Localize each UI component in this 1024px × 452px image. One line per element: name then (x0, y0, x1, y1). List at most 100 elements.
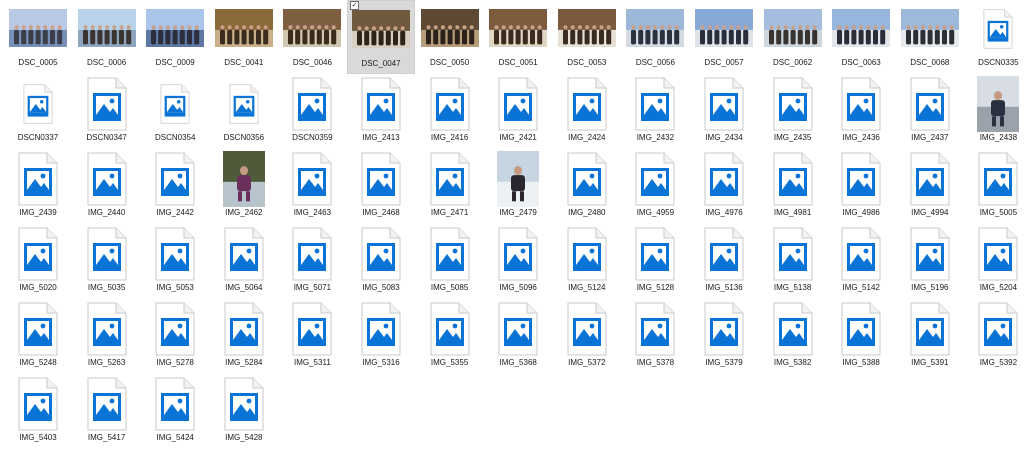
file-item[interactable]: IMG_5368 (484, 300, 552, 374)
file-thumbnail[interactable] (278, 225, 346, 283)
file-thumbnail[interactable] (896, 300, 964, 358)
file-thumbnail[interactable] (4, 0, 72, 58)
file-item[interactable]: IMG_5379 (690, 300, 758, 374)
file-item[interactable]: IMG_2479 (484, 150, 552, 224)
file-item[interactable]: IMG_5071 (278, 225, 346, 299)
file-thumbnail[interactable] (348, 1, 414, 59)
file-item[interactable]: IMG_5204 (964, 225, 1024, 299)
file-thumbnail[interactable] (759, 75, 827, 133)
file-thumbnail[interactable] (553, 225, 621, 283)
file-thumbnail[interactable] (690, 75, 758, 133)
file-thumbnail[interactable] (278, 150, 346, 208)
file-thumbnail[interactable] (964, 75, 1024, 133)
file-item[interactable]: IMG_2434 (690, 75, 758, 149)
file-item[interactable]: IMG_5424 (141, 375, 209, 449)
file-item[interactable]: IMG_5403 (4, 375, 72, 449)
file-item[interactable]: IMG_4976 (690, 150, 758, 224)
file-thumbnail[interactable] (4, 150, 72, 208)
file-item[interactable]: DSCN0335 (964, 0, 1024, 74)
file-item[interactable]: IMG_5005 (964, 150, 1024, 224)
file-item[interactable]: ✓ DSC_0047 (347, 0, 415, 74)
file-item[interactable]: DSCN0359 (278, 75, 346, 149)
file-thumbnail[interactable] (827, 225, 895, 283)
file-item[interactable]: IMG_2424 (553, 75, 621, 149)
file-item[interactable]: DSC_0051 (484, 0, 552, 74)
file-item[interactable]: IMG_5311 (278, 300, 346, 374)
file-thumbnail[interactable] (621, 0, 689, 58)
file-item[interactable]: IMG_5355 (416, 300, 484, 374)
file-thumbnail[interactable] (73, 225, 141, 283)
file-item[interactable]: IMG_2421 (484, 75, 552, 149)
file-thumbnail[interactable] (759, 225, 827, 283)
file-thumbnail[interactable] (759, 300, 827, 358)
file-thumbnail[interactable] (73, 375, 141, 433)
file-item[interactable]: IMG_2439 (4, 150, 72, 224)
file-thumbnail[interactable] (73, 150, 141, 208)
file-thumbnail[interactable] (896, 0, 964, 58)
file-thumbnail[interactable] (690, 0, 758, 58)
file-thumbnail[interactable] (141, 375, 209, 433)
file-item[interactable]: IMG_2442 (141, 150, 209, 224)
file-thumbnail[interactable] (347, 225, 415, 283)
file-thumbnail[interactable] (690, 300, 758, 358)
file-thumbnail[interactable] (759, 150, 827, 208)
file-thumbnail[interactable] (210, 300, 278, 358)
file-thumbnail[interactable] (827, 0, 895, 58)
file-item[interactable]: DSC_0062 (759, 0, 827, 74)
file-item[interactable]: DSC_0063 (827, 0, 895, 74)
file-item[interactable]: IMG_5083 (347, 225, 415, 299)
file-thumbnail[interactable] (416, 300, 484, 358)
file-item[interactable]: IMG_5428 (210, 375, 278, 449)
file-item[interactable]: IMG_5284 (210, 300, 278, 374)
file-item[interactable]: IMG_5248 (4, 300, 72, 374)
file-thumbnail[interactable] (964, 0, 1024, 58)
file-item[interactable]: IMG_2416 (416, 75, 484, 149)
file-item[interactable]: IMG_5316 (347, 300, 415, 374)
file-item[interactable]: IMG_5392 (964, 300, 1024, 374)
file-item[interactable]: DSC_0046 (278, 0, 346, 74)
file-item[interactable]: DSC_0009 (141, 0, 209, 74)
file-item[interactable]: IMG_5035 (73, 225, 141, 299)
file-thumbnail[interactable] (621, 150, 689, 208)
file-thumbnail[interactable] (416, 150, 484, 208)
file-thumbnail[interactable] (964, 225, 1024, 283)
file-item[interactable]: DSC_0057 (690, 0, 758, 74)
file-thumbnail[interactable] (416, 75, 484, 133)
file-item[interactable]: IMG_2471 (416, 150, 484, 224)
file-thumbnail[interactable] (690, 150, 758, 208)
file-thumbnail[interactable] (759, 0, 827, 58)
file-item[interactable]: DSC_0056 (621, 0, 689, 74)
file-item[interactable]: IMG_5136 (690, 225, 758, 299)
file-item[interactable]: IMG_4981 (759, 150, 827, 224)
file-thumbnail[interactable] (347, 75, 415, 133)
file-thumbnail[interactable] (278, 75, 346, 133)
file-thumbnail[interactable] (553, 300, 621, 358)
file-item[interactable]: IMG_5053 (141, 225, 209, 299)
file-thumbnail[interactable] (621, 300, 689, 358)
file-thumbnail[interactable] (484, 150, 552, 208)
file-item[interactable]: DSCN0337 (4, 75, 72, 149)
file-item[interactable]: DSC_0006 (73, 0, 141, 74)
file-item[interactable]: IMG_5124 (553, 225, 621, 299)
file-thumbnail[interactable] (210, 0, 278, 58)
file-item[interactable]: IMG_4994 (896, 150, 964, 224)
file-thumbnail[interactable] (141, 300, 209, 358)
file-thumbnail[interactable] (964, 150, 1024, 208)
file-thumbnail[interactable] (964, 300, 1024, 358)
file-thumbnail[interactable] (484, 300, 552, 358)
file-thumbnail[interactable] (827, 75, 895, 133)
file-item[interactable]: IMG_5263 (73, 300, 141, 374)
file-thumbnail[interactable] (896, 75, 964, 133)
file-thumbnail[interactable] (278, 300, 346, 358)
file-thumbnail[interactable] (553, 75, 621, 133)
file-thumbnail[interactable] (621, 75, 689, 133)
file-item[interactable]: IMG_2438 (964, 75, 1024, 149)
file-item[interactable]: IMG_2468 (347, 150, 415, 224)
file-item[interactable]: IMG_2432 (621, 75, 689, 149)
file-item[interactable]: DSCN0354 (141, 75, 209, 149)
file-item[interactable]: IMG_5020 (4, 225, 72, 299)
file-thumbnail[interactable] (210, 75, 278, 133)
file-item[interactable]: IMG_2435 (759, 75, 827, 149)
file-item[interactable]: IMG_2437 (896, 75, 964, 149)
file-thumbnail[interactable] (484, 225, 552, 283)
